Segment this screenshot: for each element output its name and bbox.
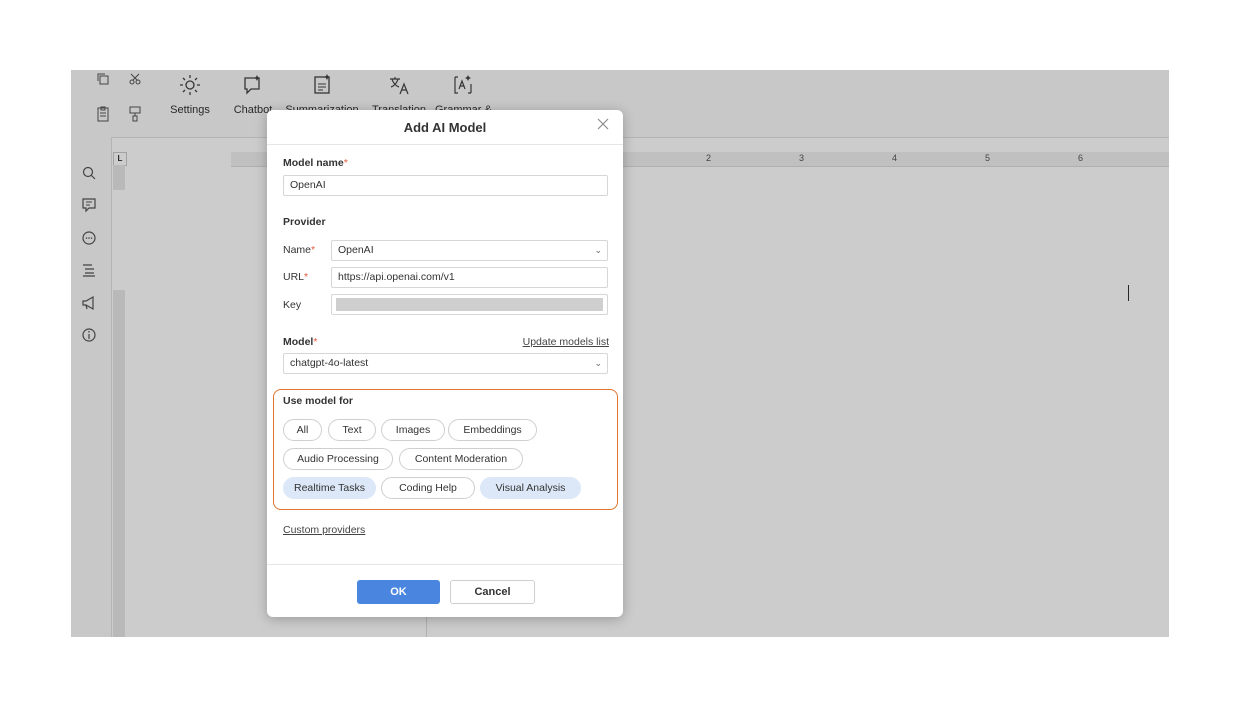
url-label: URL*: [283, 271, 309, 283]
dialog-footer-divider: [267, 564, 623, 565]
dialog-header: Add AI Model: [267, 110, 623, 145]
chip-visual-analysis[interactable]: Visual Analysis: [480, 477, 581, 499]
info-icon[interactable]: [81, 327, 101, 347]
chip-embeddings[interactable]: Embeddings: [448, 419, 537, 441]
chevron-down-icon: ⌄: [594, 358, 602, 368]
chevron-down-icon: ⌄: [594, 245, 602, 255]
custom-providers-link[interactable]: Custom providers: [283, 524, 365, 536]
cut-icon[interactable]: [125, 72, 145, 92]
url-field[interactable]: https://api.openai.com/v1: [331, 267, 608, 288]
key-label: Key: [283, 299, 302, 311]
left-sidebar: [71, 137, 112, 637]
search-icon[interactable]: [81, 165, 101, 185]
chat-icon[interactable]: [81, 230, 101, 250]
provider-name-value: OpenAI: [338, 244, 374, 256]
headings-icon[interactable]: [81, 262, 101, 282]
provider-label: Provider: [283, 216, 326, 228]
ruler-number: 3: [799, 153, 805, 163]
model-select[interactable]: chatgpt-4o-latest ⌄: [283, 353, 608, 374]
chip-coding-help[interactable]: Coding Help: [381, 477, 475, 499]
text-cursor: [1128, 285, 1129, 301]
dialog-title: Add AI Model: [403, 120, 487, 135]
translate-icon: [390, 77, 409, 95]
chip-audio-processing[interactable]: Audio Processing: [283, 448, 393, 470]
update-models-list-link[interactable]: Update models list: [523, 336, 609, 348]
announcement-icon[interactable]: [81, 295, 101, 315]
format-painter-icon[interactable]: [125, 106, 145, 126]
chip-content-moderation[interactable]: Content Moderation: [399, 448, 523, 470]
required-mark: *: [304, 271, 309, 283]
chip-text[interactable]: Text: [328, 419, 376, 441]
chip-all[interactable]: All: [283, 419, 322, 441]
required-mark: *: [343, 157, 348, 169]
clipboard-group: [81, 70, 161, 136]
model-select-value: chatgpt-4o-latest: [290, 357, 369, 369]
api-key-redacted: [336, 298, 603, 311]
cancel-button[interactable]: Cancel: [450, 580, 535, 604]
required-mark: *: [311, 244, 316, 256]
close-icon[interactable]: [595, 116, 611, 132]
ruler-number: 5: [985, 153, 991, 163]
add-ai-model-dialog: Add AI Model Model name* OpenAI Provider…: [267, 110, 623, 617]
chip-realtime-tasks[interactable]: Realtime Tasks: [283, 477, 376, 499]
ok-button[interactable]: OK: [357, 580, 440, 604]
document-sparkle-icon: [314, 74, 330, 94]
provider-name-select[interactable]: OpenAI ⌄: [331, 240, 608, 261]
ruler-number: 6: [1078, 153, 1084, 163]
use-model-for-label: Use model for: [283, 395, 354, 407]
model-name-label: Model name*: [283, 157, 348, 169]
model-name-field[interactable]: OpenAI: [283, 175, 608, 196]
comment-icon[interactable]: [81, 197, 101, 217]
provider-name-label: Name*: [283, 244, 316, 256]
paste-icon[interactable]: [93, 106, 113, 126]
chip-images[interactable]: Images: [381, 419, 445, 441]
grammar-check-icon: [454, 75, 472, 94]
gear-icon: [180, 75, 200, 95]
vertical-ruler-margin: [113, 190, 125, 290]
ruler-number: 4: [892, 153, 898, 163]
api-key-field[interactable]: [331, 294, 608, 315]
settings-button[interactable]: Settings: [167, 72, 213, 116]
tab-stop-selector[interactable]: L: [113, 152, 127, 166]
ruler-number: 2: [706, 153, 712, 163]
copy-icon[interactable]: [93, 72, 113, 92]
chat-sparkle-icon: [244, 75, 260, 95]
model-label: Model*: [283, 336, 318, 348]
settings-label: Settings: [170, 104, 210, 116]
required-mark: *: [313, 336, 318, 348]
